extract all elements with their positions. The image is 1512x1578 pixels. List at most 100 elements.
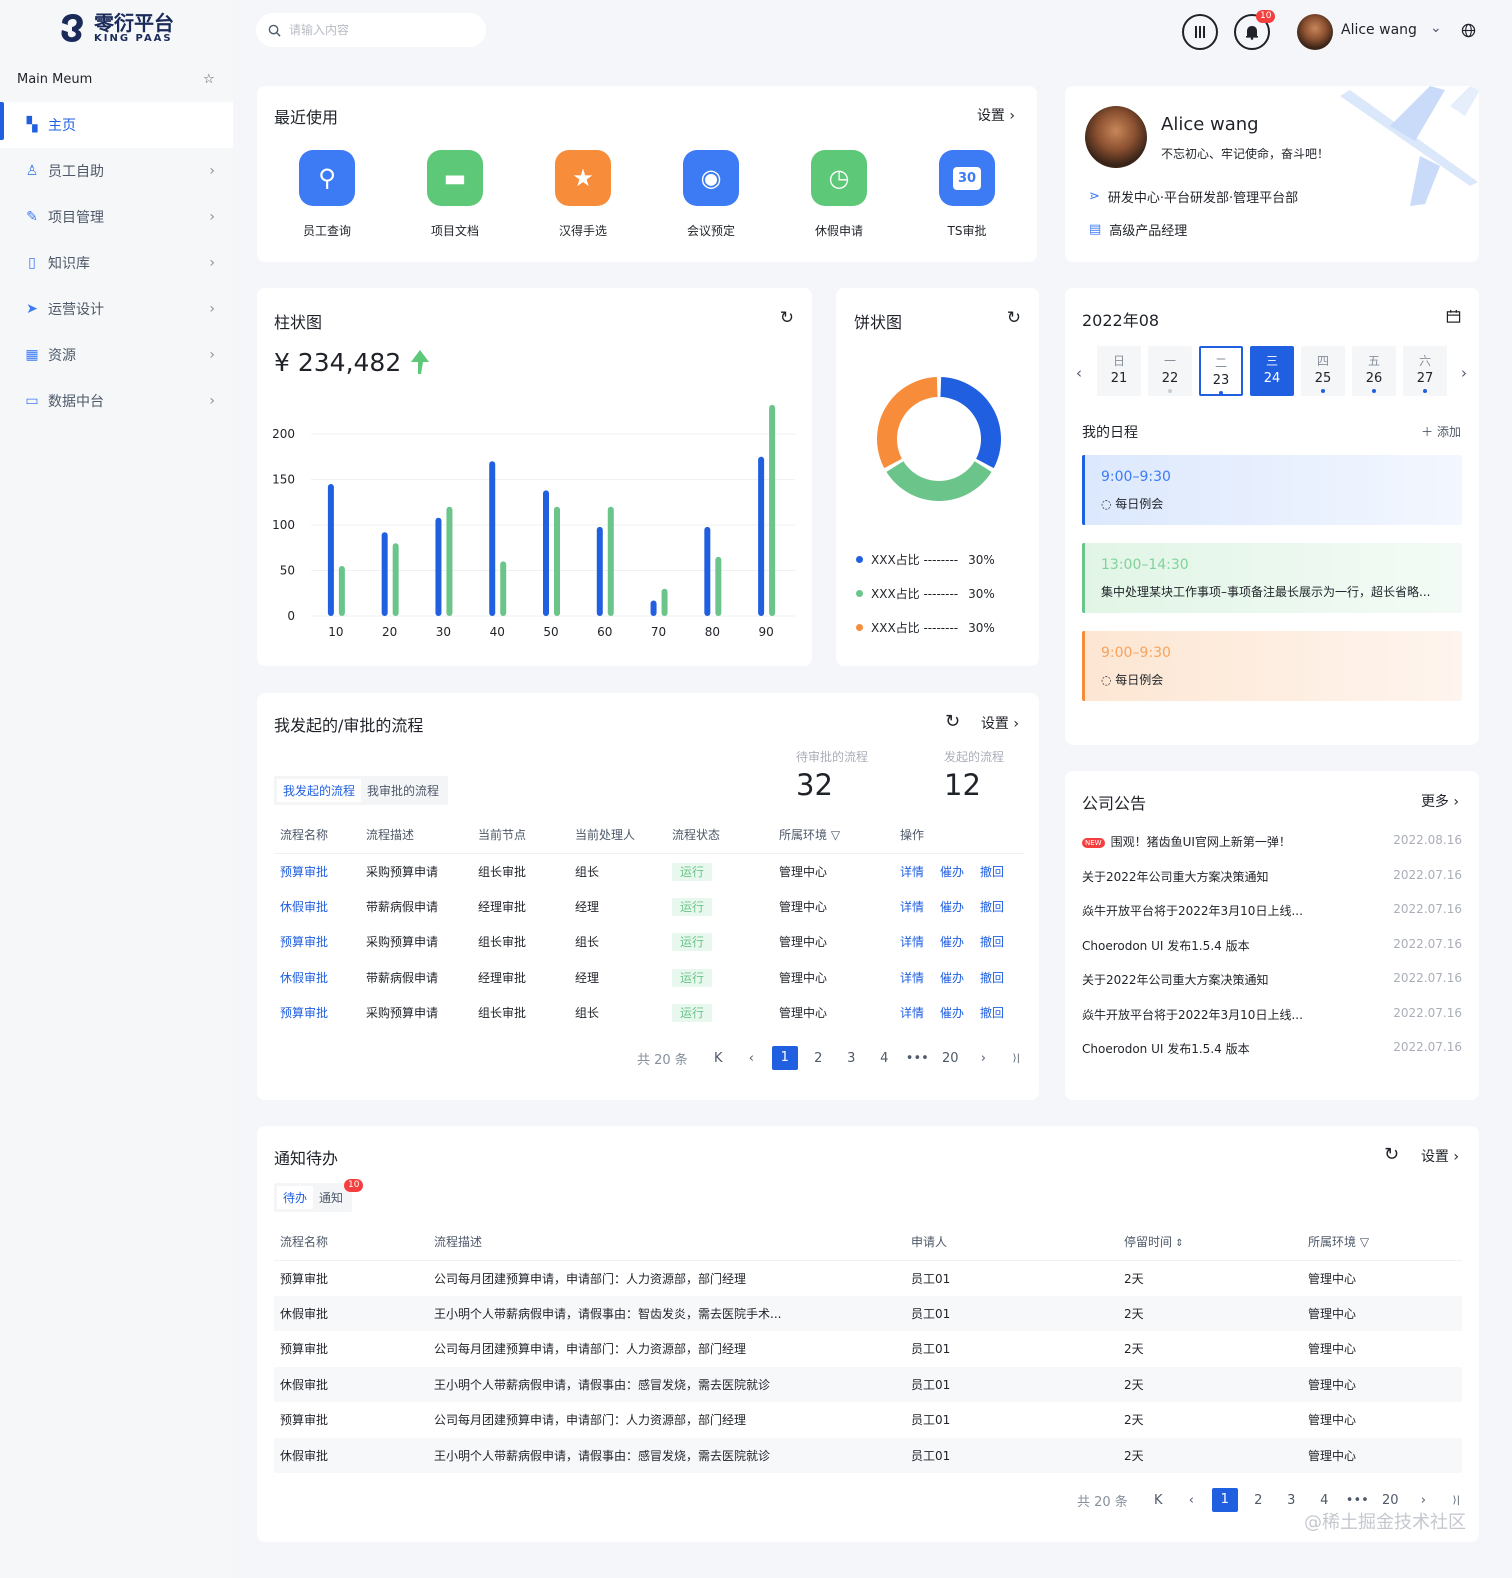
table-row[interactable]: 预算审批 公司每月团建预算申请，申请部门：人力资源部，部门经理 员工01 2天 管理中心 [274, 1331, 1462, 1367]
chevron-down-icon[interactable]: ⌄ [1430, 20, 1442, 36]
op-link[interactable]: 催办 [940, 935, 964, 949]
filter-icon[interactable]: ▽ [827, 828, 840, 842]
filter-icon[interactable]: ▽ [1356, 1235, 1369, 1249]
op-link[interactable]: 催办 [940, 900, 964, 914]
table-row[interactable]: 休假审批 王小明个人带薪病假申请，请假事由：感冒发烧，需去医院就诊 员工01 2天 管理… [274, 1366, 1462, 1402]
page-button[interactable]: 2 [802, 1051, 835, 1066]
op-link[interactable]: 催办 [940, 971, 964, 985]
op-link[interactable]: 详情 [900, 935, 924, 949]
page-button[interactable]: ••• [1341, 1493, 1374, 1508]
notice-more-link[interactable]: 更多 › [1421, 791, 1459, 811]
tab-notice[interactable]: 通知 [313, 1186, 349, 1209]
next-page-icon[interactable]: › [1407, 1493, 1440, 1508]
search-box[interactable] [256, 13, 486, 47]
sort-icon[interactable]: ⇕ [1172, 1238, 1183, 1249]
notice-item[interactable]: 关于2022年公司重大方案决策通知 2022.07.16 [1082, 868, 1462, 885]
last-page-icon[interactable]: ⟩| [1000, 1053, 1033, 1064]
next-page-icon[interactable]: › [967, 1051, 1000, 1066]
table-row[interactable]: 预算审批 公司每月团建预算申请，申请部门：人力资源部，部门经理 员工01 2天 管理中心 [274, 1260, 1462, 1296]
user-avatar[interactable] [1297, 14, 1333, 50]
op-link[interactable]: 撤回 [980, 971, 1004, 985]
tab-approve-flow[interactable]: 我审批的流程 [361, 779, 445, 802]
search-input[interactable] [289, 23, 469, 37]
op-link[interactable]: 详情 [900, 865, 924, 879]
next-week-button[interactable]: › [1461, 364, 1467, 382]
refresh-icon[interactable]: ↻ [945, 711, 960, 732]
cell-name[interactable]: 休假审批 [280, 971, 328, 985]
star-icon[interactable]: ☆ [203, 72, 215, 87]
sidebar-item-3[interactable]: ▯ 知识库 › [0, 240, 233, 286]
cell-name[interactable]: 预算审批 [280, 1006, 328, 1020]
globe-icon[interactable] [1461, 23, 1476, 38]
table-row[interactable]: 预算审批 公司每月团建预算申请，申请部门：人力资源部，部门经理 员工01 2天 管理中心 [274, 1402, 1462, 1438]
table-row[interactable]: 休假审批 王小明个人带薪病假申请，请假事由：智齿发炎，需去医院手术... 员工01 2… [274, 1295, 1462, 1331]
op-link[interactable]: 撤回 [980, 865, 1004, 879]
first-page-icon[interactable]: K [702, 1051, 735, 1066]
flow-settings-link[interactable]: 设置 › [981, 713, 1019, 733]
day-cell[interactable]: 五 26 [1352, 346, 1396, 396]
op-link[interactable]: 详情 [900, 971, 924, 985]
sidebar-item-1[interactable]: ♙ 员工自助 › [0, 148, 233, 194]
app-shortcut[interactable]: ⚲ 员工查询 [287, 150, 367, 239]
app-shortcut[interactable]: ◷ 休假申请 [799, 150, 879, 239]
page-button[interactable]: 4 [868, 1051, 901, 1066]
tab-todo[interactable]: 待办 [277, 1186, 314, 1209]
day-cell[interactable]: 三 24 [1250, 346, 1294, 396]
last-page-icon[interactable]: ⟩| [1440, 1495, 1473, 1506]
day-cell[interactable]: 二 23 [1199, 346, 1243, 396]
sidebar-item-6[interactable]: ▭ 数据中台 › [0, 378, 233, 424]
notice-item[interactable]: 焱牛开放平台将于2022年3月10日上线... 2022.07.16 [1082, 1006, 1462, 1023]
notice-item[interactable]: 关于2022年公司重大方案决策通知 2022.07.16 [1082, 971, 1462, 988]
add-schedule-button[interactable]: ＋ 添加 [1421, 423, 1461, 440]
calendar-icon[interactable] [1446, 309, 1461, 324]
schedule-item[interactable]: 9:00–9:30 ◌ 每日例会 [1082, 631, 1462, 701]
prev-week-button[interactable]: ‹ [1076, 364, 1082, 382]
day-cell[interactable]: 四 25 [1301, 346, 1345, 396]
day-cell[interactable]: 六 27 [1403, 346, 1447, 396]
sidebar-item-5[interactable]: ▦ 资源 › [0, 332, 233, 378]
notice-item[interactable]: 焱牛开放平台将于2022年3月10日上线... 2022.07.16 [1082, 902, 1462, 919]
app-shortcut[interactable]: ◉ 会议预定 [671, 150, 751, 239]
app-shortcut[interactable]: 30 TS审批 [927, 150, 1007, 239]
op-link[interactable]: 撤回 [980, 935, 1004, 949]
schedule-item[interactable]: 13:00–14:30 集中处理某块工作事项–事项备注最长展示为一行，超长省略..… [1082, 543, 1462, 613]
op-link[interactable]: 详情 [900, 1006, 924, 1020]
refresh-icon[interactable]: ↻ [780, 308, 794, 328]
page-button[interactable]: 1 [1211, 1488, 1238, 1512]
page-button[interactable]: 3 [835, 1051, 868, 1066]
first-page-icon[interactable]: K [1142, 1493, 1175, 1508]
cell-name[interactable]: 休假审批 [280, 900, 328, 914]
notice-item[interactable]: Choerodon UI 发布1.5.4 版本 2022.07.16 [1082, 937, 1462, 954]
page-button[interactable]: ••• [901, 1051, 934, 1066]
page-button[interactable]: 4 [1308, 1493, 1341, 1508]
sidebar-item-0[interactable]: ▚ 主页 [0, 102, 233, 148]
sidebar-item-4[interactable]: ➤ 运营设计 › [0, 286, 233, 332]
prev-page-icon[interactable]: ‹ [735, 1051, 768, 1066]
op-link[interactable]: 催办 [940, 1006, 964, 1020]
brand-logo[interactable]: 零衍平台 KING PAAS [58, 12, 174, 44]
refresh-icon[interactable]: ↻ [1384, 1144, 1399, 1165]
tab-my-flow[interactable]: 我发起的流程 [277, 779, 362, 802]
page-button[interactable]: 3 [1275, 1493, 1308, 1508]
op-link[interactable]: 详情 [900, 900, 924, 914]
day-cell[interactable]: 一 22 [1148, 346, 1192, 396]
notice-item[interactable]: Choerodon UI 发布1.5.4 版本 2022.07.16 [1082, 1040, 1462, 1057]
day-cell[interactable]: 日 21 [1097, 346, 1141, 396]
notification-button[interactable]: 10 [1234, 10, 1276, 50]
page-button[interactable]: 20 [934, 1051, 967, 1066]
sidebar-item-2[interactable]: ✎ 项目管理 › [0, 194, 233, 240]
schedule-item[interactable]: 9:00–9:30 ◌ 每日例会 [1082, 455, 1462, 525]
page-button[interactable]: 20 [1374, 1493, 1407, 1508]
table-row[interactable]: 休假审批 王小明个人带薪病假申请，请假事由：感冒发烧，需去医院就诊 员工01 2天 管理… [274, 1437, 1462, 1473]
app-shortcut[interactable]: ▬ 项目文档 [415, 150, 495, 239]
op-link[interactable]: 撤回 [980, 1006, 1004, 1020]
recent-settings-link[interactable]: 设置 › [977, 105, 1015, 125]
op-link[interactable]: 撤回 [980, 900, 1004, 914]
cell-name[interactable]: 预算审批 [280, 865, 328, 879]
notice-item[interactable]: NEW 围观！猪齿鱼UI官网上新第一弹！ 2022.08.16 [1082, 833, 1462, 850]
page-button[interactable]: 2 [1242, 1493, 1275, 1508]
refresh-icon[interactable]: ↻ [1007, 308, 1021, 328]
filter-button[interactable] [1182, 14, 1218, 50]
page-button[interactable]: 1 [771, 1046, 798, 1070]
todo-settings-link[interactable]: 设置 › [1421, 1146, 1459, 1166]
